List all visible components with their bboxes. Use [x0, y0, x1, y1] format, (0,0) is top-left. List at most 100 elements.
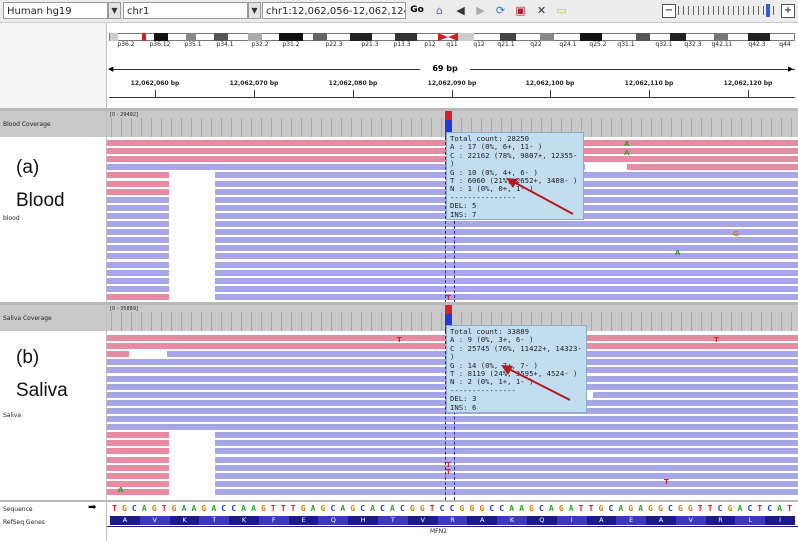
ideogram-band — [350, 33, 372, 41]
saliva-arrow-shaft — [506, 367, 571, 401]
ruler-tick — [452, 90, 453, 97]
ideogram-band-label: p22.3 — [325, 41, 343, 48]
coverage-bin — [661, 312, 662, 331]
ideogram-band-label: q32.3 — [684, 41, 702, 48]
coverage-bin — [251, 312, 252, 331]
blood-mismatch-t: T — [446, 294, 451, 302]
amino-acid: F — [258, 516, 289, 525]
region-tool-icon[interactable]: ✕ — [534, 3, 549, 18]
read — [107, 229, 169, 236]
read — [107, 196, 169, 203]
amino-acid: K — [169, 516, 200, 525]
divider — [0, 500, 798, 502]
zoom-out-icon[interactable]: − — [662, 4, 676, 18]
amino-acid: Q — [526, 516, 557, 525]
blood-track-label[interactable]: blood — [3, 215, 20, 222]
panel-b-label: (b) — [16, 347, 40, 368]
back-icon[interactable]: ◀ — [453, 3, 468, 18]
locus-input[interactable]: chr1:12,062,056-12,062,124 — [262, 2, 406, 19]
saliva-mismatch-t: T — [397, 336, 402, 344]
coverage-bin — [421, 118, 422, 137]
centromere-left — [438, 33, 448, 41]
sequence-base: G — [469, 504, 475, 513]
read — [107, 424, 798, 431]
coverage-bin — [361, 312, 362, 331]
sequence-base: G — [658, 504, 663, 513]
coverage-bin — [401, 312, 402, 331]
coverage-bin — [641, 312, 642, 331]
read — [215, 269, 798, 276]
read — [107, 448, 169, 455]
ideogram-band — [748, 33, 770, 41]
coverage-bin — [761, 118, 762, 137]
ideogram-band-label: q22 — [530, 41, 542, 48]
resize-window-icon[interactable]: ▣ — [513, 3, 528, 18]
saliva-track-label[interactable]: Saliva — [3, 412, 21, 419]
zoom-slider[interactable] — [678, 6, 778, 15]
sequence-base: A — [241, 504, 246, 513]
blood-coverage-label[interactable]: Blood Coverage — [3, 121, 51, 128]
coverage-bin — [171, 118, 172, 137]
sequence-base: A — [251, 504, 256, 513]
ruler-ticks: 12,062,060 bp 12,062,070 bp 12,062,080 bp 1… — [0, 80, 798, 102]
coverage-bin — [111, 118, 112, 137]
sequence-base: G — [628, 504, 634, 513]
coverage-bin — [401, 118, 402, 137]
coverage-bin — [661, 118, 662, 137]
read — [215, 229, 798, 236]
zoom-slider-thumb[interactable] — [766, 4, 770, 17]
read — [107, 180, 169, 187]
coverage-bin — [261, 118, 262, 137]
coverage-bin — [291, 118, 292, 137]
coverage-bin — [141, 118, 142, 137]
read — [107, 204, 169, 211]
amino-acid: E — [288, 516, 319, 525]
sequence-base: C — [538, 504, 544, 513]
sequence-base: G — [320, 504, 326, 513]
ideogram-band — [154, 33, 168, 41]
ruler-tick — [550, 90, 551, 97]
coverage-bin — [161, 312, 162, 331]
amino-acid: A — [110, 516, 140, 525]
sequence-base: A — [737, 504, 743, 513]
amino-acid: I — [556, 516, 587, 525]
ideogram-band-label: q11 — [446, 41, 458, 48]
coverage-bin — [701, 312, 702, 331]
genome-value: Human hg19 — [7, 6, 72, 17]
amino-acid: R — [705, 516, 736, 525]
go-button[interactable]: Go — [409, 3, 425, 18]
sequence-base: T — [270, 504, 276, 513]
home-icon[interactable]: ⌂ — [432, 3, 447, 18]
refresh-icon[interactable]: ⟳ — [493, 3, 508, 18]
coverage-bin — [281, 312, 282, 331]
ideogram-band-label: q31.1 — [617, 41, 635, 48]
chromosome-dropdown-arrow-icon[interactable]: ▼ — [248, 2, 261, 19]
popup-info-icon[interactable]: ▭ — [554, 3, 569, 18]
strand-arrow-icon[interactable]: ➡ — [88, 502, 96, 513]
sequence-base: G — [151, 504, 157, 513]
coverage-bin — [701, 118, 702, 137]
read — [107, 269, 169, 276]
coverage-bin — [391, 118, 392, 137]
sequence-base: T — [578, 504, 584, 513]
blood-mismatch-a: A — [624, 140, 630, 148]
coverage-bin — [641, 118, 642, 137]
coverage-bin — [611, 118, 612, 137]
ruler-tick-label: 12,062,080 bp — [328, 80, 378, 87]
saliva-coverage-label[interactable]: Saliva Coverage — [3, 315, 52, 322]
chromosome-dropdown[interactable]: chr1 — [123, 2, 248, 19]
ruler-axis — [109, 97, 795, 98]
genome-dropdown[interactable]: Human hg19 — [3, 2, 108, 19]
zoom-in-icon[interactable]: + — [781, 4, 795, 18]
toolbar: Human hg19 ▼ chr1 ▼ chr1:12,062,056-12,0… — [0, 0, 798, 23]
refseq-track-label[interactable]: RefSeq Genes — [3, 519, 45, 526]
saliva-mismatch-t: T — [664, 478, 669, 486]
genome-dropdown-arrow-icon[interactable]: ▼ — [108, 2, 121, 19]
ideogram-band — [214, 33, 228, 41]
sequence-base: C — [221, 504, 227, 513]
sequence-base: G — [687, 504, 693, 513]
forward-icon[interactable]: ▶ — [473, 3, 488, 18]
sequence-track-label[interactable]: Sequence — [3, 506, 33, 513]
coverage-bin — [151, 118, 152, 137]
sequence-base: C — [360, 504, 366, 513]
